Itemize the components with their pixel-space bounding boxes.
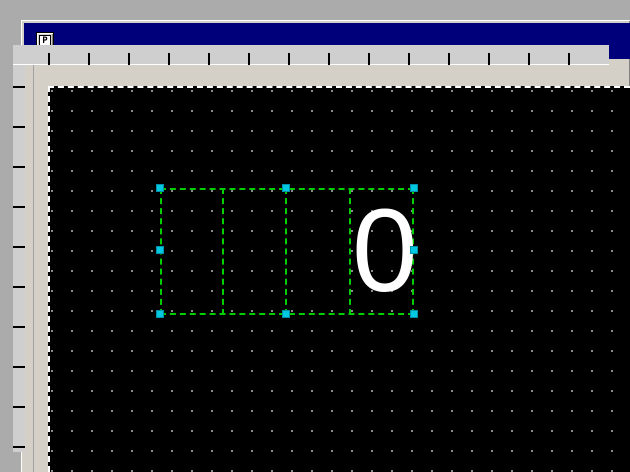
ruler-tick xyxy=(13,366,25,368)
ruler-tick xyxy=(13,406,25,408)
ruler-tick xyxy=(13,286,25,288)
canvas-boundary-left xyxy=(48,86,50,472)
ruler-tick xyxy=(248,53,250,65)
ruler-tick xyxy=(568,53,570,65)
ruler-tick xyxy=(288,53,290,65)
resize-handle-bottom-right[interactable] xyxy=(410,310,418,318)
resize-handle-middle-left[interactable] xyxy=(156,246,164,254)
ruler-tick xyxy=(88,53,90,65)
vertical-ruler xyxy=(13,65,25,452)
resize-handle-bottom-left[interactable] xyxy=(156,310,164,318)
ruler-tick xyxy=(488,53,490,65)
ruler-tick xyxy=(13,126,25,128)
canvas-boundary-top xyxy=(48,86,630,88)
ruler-tick xyxy=(13,326,25,328)
digit-slot-divider xyxy=(222,188,224,315)
ruler-tick xyxy=(328,53,330,65)
ruler-tick xyxy=(13,446,25,448)
resize-handle-bottom-middle[interactable] xyxy=(282,310,290,318)
ruler-tick xyxy=(528,53,530,65)
ruler-tick xyxy=(13,206,25,208)
ruler-tick xyxy=(13,246,25,248)
ruler-tick xyxy=(408,53,410,65)
ruler-tick xyxy=(128,53,130,65)
horizontal-ruler xyxy=(13,45,609,65)
resize-handle-top-middle[interactable] xyxy=(282,184,290,192)
ruler-tick xyxy=(13,166,25,168)
ruler-tick xyxy=(48,53,50,65)
window-frame-left xyxy=(24,59,34,472)
resize-handle-middle-right[interactable] xyxy=(410,246,418,254)
resize-handle-top-right[interactable] xyxy=(410,184,418,192)
desktop-background: P 0 xyxy=(0,0,630,472)
ruler-tick xyxy=(13,86,25,88)
ruler-tick xyxy=(208,53,210,65)
numeric-display-value: 0 xyxy=(352,185,418,317)
ruler-tick xyxy=(368,53,370,65)
digit-slot-divider xyxy=(349,188,351,315)
resize-handle-top-left[interactable] xyxy=(156,184,164,192)
ruler-tick xyxy=(448,53,450,65)
ruler-tick xyxy=(168,53,170,65)
digit-slot-divider xyxy=(285,188,287,315)
